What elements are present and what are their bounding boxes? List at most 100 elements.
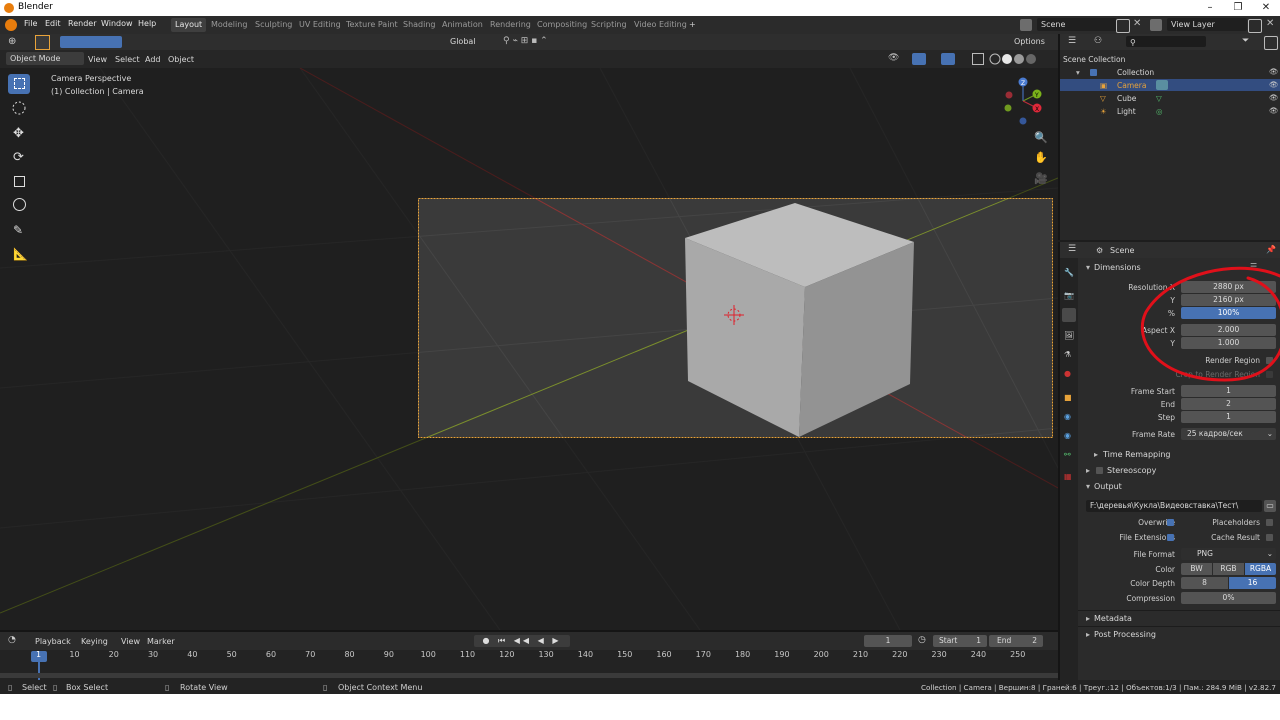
render-tab-icon[interactable]: 📷 xyxy=(1064,291,1074,300)
navigation-gizmo[interactable]: Z Y X xyxy=(1000,74,1056,134)
physics-tab-icon[interactable]: ◉ xyxy=(1064,431,1071,440)
tab-rendering[interactable]: Rendering xyxy=(486,18,535,32)
stereoscopy-panel-title[interactable]: Stereoscopy xyxy=(1107,466,1156,475)
menu-window[interactable]: Window xyxy=(101,19,133,28)
tab-shading[interactable]: Shading xyxy=(399,18,440,32)
gizmo-toggle-icon[interactable] xyxy=(912,53,926,65)
stereoscopy-checkbox[interactable] xyxy=(1096,467,1103,474)
stereoscopy-expand-icon[interactable]: ▸ xyxy=(1086,466,1090,475)
blender-menu-icon[interactable] xyxy=(5,19,17,31)
color-depth-8-button[interactable]: 8 xyxy=(1181,577,1228,589)
color-depth-16-button[interactable]: 16 xyxy=(1229,577,1276,589)
folder-icon[interactable]: ▭ xyxy=(1264,500,1276,512)
scene-selector[interactable]: Scene xyxy=(1037,18,1117,31)
constraints-tab-icon[interactable]: ⚯ xyxy=(1064,450,1071,459)
outliner-item-light[interactable]: Light xyxy=(1117,107,1136,116)
metadata-expand-icon[interactable]: ▸ xyxy=(1086,614,1090,623)
frame-end-field[interactable]: 2 xyxy=(1181,398,1276,410)
timeline-menu-playback[interactable]: Playback xyxy=(35,637,71,646)
output-panel-title[interactable]: Output xyxy=(1094,482,1122,491)
collection-visibility-icon[interactable]: 👁 xyxy=(1269,67,1279,76)
outliner-row-camera[interactable]: ▣ Camera 👁 xyxy=(1060,79,1280,91)
tab-compositing[interactable]: Compositing xyxy=(533,18,591,32)
tab-texture-paint[interactable]: Texture Paint xyxy=(342,18,402,32)
active-tool-select-icon[interactable] xyxy=(35,35,50,50)
world-tab-icon[interactable]: ● xyxy=(1064,369,1071,378)
post-processing-panel-title[interactable]: Post Processing xyxy=(1094,630,1156,639)
collection-expand-icon[interactable]: ▾ xyxy=(1076,68,1080,77)
dimensions-expand-icon[interactable]: ▾ xyxy=(1086,263,1090,272)
view-layer-tab-icon[interactable]: 🖼 xyxy=(1064,331,1074,340)
menu-help[interactable]: Help xyxy=(138,19,156,28)
color-bw-button[interactable]: BW xyxy=(1181,563,1212,575)
cursor-tool[interactable] xyxy=(8,98,30,118)
outliner-editor-icon[interactable]: ☰ xyxy=(1068,36,1082,48)
object-mode-dropdown[interactable]: Object Mode xyxy=(6,52,84,65)
options-dropdown[interactable]: Options xyxy=(1010,35,1058,48)
frame-step-field[interactable]: 1 xyxy=(1181,411,1276,423)
output-tab-icon[interactable] xyxy=(1062,308,1076,322)
object-tab-icon[interactable]: ■ xyxy=(1064,393,1072,402)
cube-object[interactable] xyxy=(0,68,1058,630)
selection-mode-buttons[interactable] xyxy=(60,36,122,48)
overlay-toggle-icon[interactable] xyxy=(941,53,955,65)
outliner-collection[interactable]: Collection xyxy=(1117,68,1154,77)
close-button[interactable]: ✕ xyxy=(1252,0,1280,16)
file-format-dropdown[interactable]: PNG ⌄ xyxy=(1181,548,1276,560)
file-extensions-checkbox[interactable] xyxy=(1167,534,1174,541)
measure-tool[interactable]: 📐 xyxy=(8,245,30,265)
texture-tab-icon[interactable]: ▦ xyxy=(1064,472,1072,481)
properties-editor-icon[interactable]: ☰ xyxy=(1068,244,1082,256)
new-view-layer-icon[interactable] xyxy=(1248,19,1262,33)
light-visibility-icon[interactable]: 👁 xyxy=(1269,106,1279,115)
cube-visibility-icon[interactable]: 👁 xyxy=(1269,93,1279,102)
maximize-button[interactable]: ❐ xyxy=(1224,0,1252,16)
outliner-item-camera[interactable]: Camera xyxy=(1117,81,1146,90)
time-remapping-panel[interactable]: Time Remapping xyxy=(1103,450,1170,459)
timeline-menu-view[interactable]: View xyxy=(121,637,140,646)
pan-hand-icon[interactable]: ✋ xyxy=(1034,151,1048,165)
transform-orientation-dropdown[interactable]: Global xyxy=(446,35,504,48)
menu-render[interactable]: Render xyxy=(68,19,96,28)
collection-checkbox[interactable] xyxy=(1090,69,1097,76)
current-frame-field[interactable]: 1 xyxy=(864,635,912,647)
menu-edit[interactable]: Edit xyxy=(45,19,61,28)
frame-rate-dropdown[interactable]: 25 кадров/сек ⌄ xyxy=(1181,428,1276,440)
tab-modeling[interactable]: Modeling xyxy=(207,18,251,32)
time-remapping-expand-icon[interactable]: ▸ xyxy=(1094,450,1098,459)
timeline-scrollbar[interactable] xyxy=(0,673,1058,678)
modifiers-tab-icon[interactable]: ◉ xyxy=(1064,412,1071,421)
timeline-menu-marker[interactable]: Marker xyxy=(147,637,175,646)
outliner-item-cube[interactable]: Cube xyxy=(1117,94,1136,103)
scene-icon[interactable] xyxy=(1020,19,1032,31)
xray-toggle-icon[interactable] xyxy=(972,53,984,65)
tab-video-editing[interactable]: Video Editing xyxy=(630,18,691,32)
display-mode-icon[interactable]: ⚇ xyxy=(1094,36,1108,48)
timeline-menu-keying[interactable]: Keying xyxy=(81,637,108,646)
new-scene-icon[interactable] xyxy=(1116,19,1130,33)
overwrite-checkbox[interactable] xyxy=(1167,519,1174,526)
placeholders-checkbox[interactable] xyxy=(1266,519,1273,526)
color-rgb-button[interactable]: RGB xyxy=(1213,563,1244,575)
rotate-tool[interactable]: ⟳ xyxy=(8,148,30,168)
outliner-scene-collection[interactable]: Scene Collection xyxy=(1063,55,1125,64)
move-tool[interactable]: ✥ xyxy=(8,124,30,144)
viewport-menu-object[interactable]: Object xyxy=(168,55,194,64)
menu-file[interactable]: File xyxy=(24,19,37,28)
metadata-panel-title[interactable]: Metadata xyxy=(1094,614,1132,623)
view-layer-selector[interactable]: View Layer xyxy=(1167,18,1247,31)
tool-tab-icon[interactable]: 🔧 xyxy=(1064,268,1074,277)
timeline-editor-icon[interactable]: ◔ xyxy=(8,635,22,647)
zoom-icon[interactable]: 🔍 xyxy=(1034,131,1048,145)
tab-layout[interactable]: Layout xyxy=(171,18,207,32)
tab-sculpting[interactable]: Sculpting xyxy=(251,18,296,32)
viewport-menu-add[interactable]: Add xyxy=(145,55,161,64)
cache-result-checkbox[interactable] xyxy=(1266,534,1273,541)
view-layer-icon[interactable] xyxy=(1150,19,1162,31)
add-workspace-button[interactable]: + xyxy=(685,18,700,32)
scene-tab-icon[interactable]: ⚗ xyxy=(1064,350,1071,359)
color-rgba-button[interactable]: RGBA xyxy=(1245,563,1276,575)
pivot-snap-proportional-icons[interactable]: ⚲ ⌁ ⊞ ▪ ⌃ xyxy=(503,36,583,48)
shading-mode-buttons[interactable] xyxy=(988,52,1038,66)
filter-icon[interactable]: ⏷ xyxy=(1242,36,1254,48)
